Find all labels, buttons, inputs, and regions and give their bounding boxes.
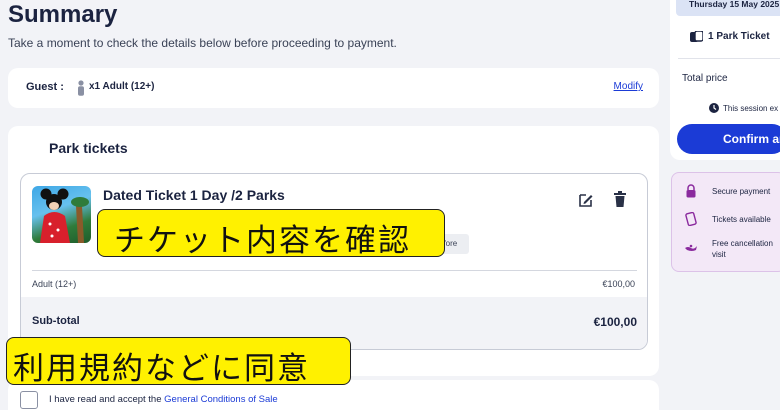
page-subtitle: Take a moment to check the details below…: [8, 36, 397, 50]
visit-date: Thursday 15 May 2025: [676, 0, 780, 16]
terms-checkbox[interactable]: [20, 391, 38, 409]
divider: [32, 270, 637, 271]
clock-icon: [709, 103, 719, 113]
subtotal-label: Sub-total: [32, 315, 80, 327]
person-icon: [78, 80, 84, 96]
session-timer-text: This session ex: [723, 104, 779, 113]
edit-icon[interactable]: [578, 192, 594, 208]
phone-ticket-icon: [685, 212, 697, 226]
confirm-button[interactable]: Confirm an: [677, 124, 780, 154]
ticket-thumbnail: [32, 186, 91, 243]
benefit-line: Free cancellation: [712, 239, 773, 248]
total-price-label: Total price: [682, 73, 728, 84]
benefit-tickets-available: Tickets available: [712, 215, 771, 224]
ticket-count: 1 Park Ticket: [708, 31, 770, 42]
lock-icon: [686, 184, 696, 198]
caption-overlay-ticket: チケット内容を確認: [97, 209, 445, 259]
benefit-secure-payment: Secure payment: [712, 187, 771, 196]
modify-link[interactable]: Modify: [614, 81, 643, 92]
benefit-line: visit: [712, 250, 726, 259]
terms-text: I have read and accept the General Condi…: [49, 394, 278, 405]
guest-label: Guest :: [26, 81, 64, 93]
general-conditions-link[interactable]: General Conditions of Sale: [164, 394, 278, 405]
guest-card: Guest : x1 Adult (12+) Modify: [8, 68, 659, 108]
benefit-free-cancellation: Free cancellation visit: [712, 238, 773, 260]
guest-count: x1 Adult (12+): [89, 81, 155, 92]
price-line-value: €100,00: [602, 279, 635, 289]
ticket-name: Dated Ticket 1 Day /2 Parks: [103, 187, 285, 203]
caption-overlay-terms: 利用規約などに同意: [6, 337, 351, 387]
terms-prefix: I have read and accept the: [49, 394, 165, 405]
magic-lamp-icon: [685, 244, 697, 251]
price-line-label: Adult (12+): [32, 279, 77, 289]
divider: [678, 58, 780, 59]
trash-icon[interactable]: [613, 191, 627, 207]
ticket-item: Dated Ticket 1 Day /2 Parks efore Adult …: [20, 173, 648, 350]
ticket-icon: [690, 31, 703, 42]
subtotal-value: €100,00: [593, 315, 637, 329]
page-title: Summary: [8, 1, 118, 28]
section-title: Park tickets: [49, 140, 128, 156]
